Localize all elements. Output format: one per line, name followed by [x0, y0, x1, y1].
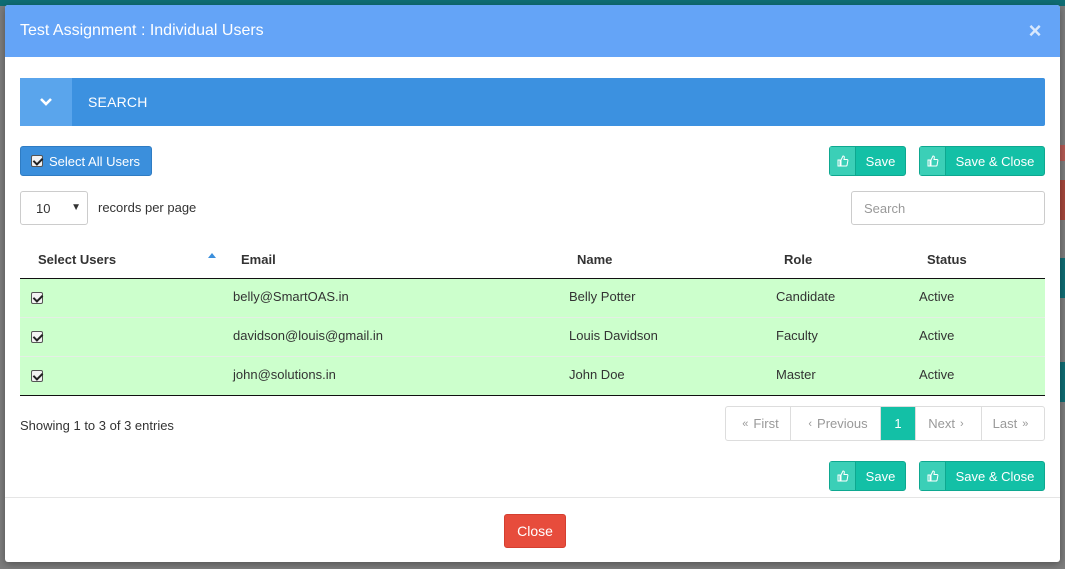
table-row[interactable]: john@solutions.in John Doe Master Active [20, 357, 1045, 396]
table-row[interactable]: belly@SmartOAS.in Belly Potter Candidate… [20, 279, 1045, 318]
thumbs-up-icon [920, 462, 946, 490]
chevron-down-icon[interactable] [20, 78, 72, 126]
row-status: Active [919, 367, 955, 382]
background-strip [1060, 145, 1065, 161]
users-table: Select Users Email Name Role Status bell… [20, 243, 1045, 396]
caret-down-icon: ▼ [71, 202, 81, 213]
select-all-checkbox[interactable] [31, 155, 43, 167]
column-header-select-users[interactable]: Select Users [38, 252, 116, 267]
pagination-first-label: First [753, 416, 779, 431]
thumbs-up-icon [920, 147, 946, 175]
pagination-last-label: Last [992, 416, 1018, 431]
row-role: Master [776, 367, 816, 382]
search-input[interactable] [851, 191, 1045, 225]
pagination-info: Showing 1 to 3 of 3 entries [20, 418, 174, 433]
row-status: Active [919, 328, 955, 343]
row-select-checkbox[interactable] [31, 331, 43, 343]
page-size-select[interactable]: 10 ▼ [20, 191, 88, 225]
row-name: Louis Davidson [569, 328, 658, 343]
pagination-previous[interactable]: ‹ Previous [791, 407, 881, 440]
pagination-next-label: Next [928, 416, 956, 431]
row-name: John Doe [569, 367, 625, 382]
close-icon[interactable]: × [1025, 19, 1045, 43]
row-role: Faculty [776, 328, 818, 343]
pagination-first[interactable]: « First [726, 407, 791, 440]
save-and-close-button-bottom[interactable]: Save & Close [919, 461, 1045, 491]
close-button[interactable]: Close [504, 514, 566, 548]
save-button-bottom[interactable]: Save [829, 461, 906, 491]
column-header-email[interactable]: Email [241, 252, 276, 267]
save-button[interactable]: Save [829, 146, 906, 176]
column-header-name[interactable]: Name [577, 252, 612, 267]
chevron-left-icon: ‹ [808, 417, 813, 430]
column-header-status[interactable]: Status [927, 252, 967, 267]
pagination-next[interactable]: Next › [916, 407, 982, 440]
modal-footer: Close [5, 497, 1060, 562]
chevron-right-icon: › [960, 417, 964, 430]
select-all-label: Select All Users [49, 153, 141, 169]
row-email: davidson@louis@gmail.in [233, 328, 383, 343]
save-close-label: Save & Close [955, 468, 1035, 484]
row-select-checkbox[interactable] [31, 370, 43, 382]
double-chevron-right-icon: » [1022, 417, 1029, 430]
column-header-role[interactable]: Role [784, 252, 812, 267]
table-row[interactable]: davidson@louis@gmail.in Louis Davidson F… [20, 318, 1045, 357]
thumbs-up-icon [830, 462, 856, 490]
background-strip [1060, 362, 1065, 402]
assignment-modal: Test Assignment : Individual Users × SEA… [5, 5, 1060, 562]
row-status: Active [919, 289, 955, 304]
row-email: belly@SmartOAS.in [233, 289, 349, 304]
save-close-label: Save & Close [955, 153, 1035, 169]
row-name: Belly Potter [569, 289, 636, 304]
row-role: Candidate [776, 289, 836, 304]
save-label: Save [865, 468, 896, 484]
search-panel-label: SEARCH [88, 94, 148, 110]
row-email: john@solutions.in [233, 367, 336, 382]
double-chevron-left-icon: « [742, 417, 749, 430]
records-per-page-label: records per page [98, 200, 197, 215]
page-size-value: 10 [36, 200, 51, 216]
pagination: « First ‹ Previous 1 Next › Last » [725, 406, 1045, 441]
background-strip [1060, 258, 1065, 298]
table-header: Select Users Email Name Role Status [20, 243, 1045, 279]
select-all-users-button[interactable]: Select All Users [20, 146, 152, 176]
modal-title: Test Assignment : Individual Users [20, 22, 264, 39]
save-label: Save [865, 153, 896, 169]
row-select-checkbox[interactable] [31, 292, 43, 304]
sort-asc-icon[interactable] [208, 253, 216, 258]
save-and-close-button[interactable]: Save & Close [919, 146, 1045, 176]
thumbs-up-icon [830, 147, 856, 175]
search-panel[interactable]: SEARCH [20, 78, 1045, 126]
background-strip [1060, 180, 1065, 220]
pagination-page-1[interactable]: 1 [881, 407, 916, 440]
pagination-last[interactable]: Last » [982, 407, 1044, 440]
pagination-current-label: 1 [894, 416, 902, 431]
pagination-previous-label: Previous [817, 416, 868, 431]
modal-header: Test Assignment : Individual Users × [5, 5, 1060, 57]
